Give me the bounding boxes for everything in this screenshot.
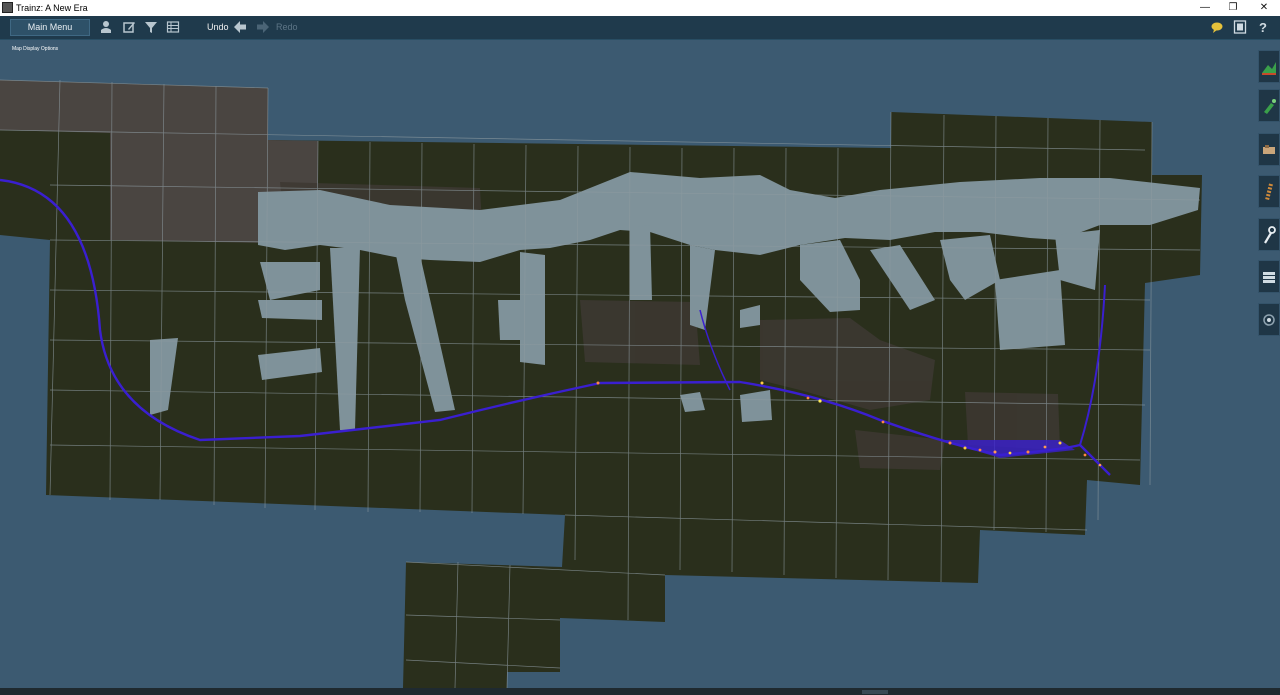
map-display-options[interactable]: Map Display Options [12,46,58,53]
minimize-button[interactable]: — [1190,0,1220,16]
close-button[interactable]: ✕ [1249,0,1279,16]
terrain-tool-button[interactable] [1258,50,1280,83]
status-indicator [862,690,888,694]
grid-icon[interactable] [166,20,180,34]
objects-tool-icon [1263,145,1275,154]
film-icon[interactable] [1233,20,1247,34]
settings-tool-button[interactable] [1258,303,1280,336]
person-icon[interactable] [99,20,113,34]
track-tool-icon [1265,183,1273,201]
status-bar [0,688,1280,695]
undo-arrow-icon[interactable] [233,20,247,34]
layers-tool-button[interactable] [1258,260,1280,293]
objects-tool-button[interactable] [1258,133,1280,166]
chat-icon[interactable] [1210,20,1224,34]
map-view[interactable] [0,40,1280,695]
paint-tool-button[interactable] [1258,89,1280,122]
app-icon [2,2,13,13]
title-bar: Trainz: A New Era — ❐ ✕ [0,0,1280,16]
wrench-tool-icon [1264,226,1276,244]
edit-icon[interactable] [122,20,136,34]
settings-tool-icon [1263,314,1275,326]
filter-icon[interactable] [144,20,158,34]
main-menu-button[interactable]: Main Menu [10,19,90,36]
undo-button[interactable]: Undo [207,20,229,35]
maximize-button[interactable]: ❐ [1218,0,1248,16]
redo-arrow-icon[interactable] [256,20,270,34]
wrench-tool-button[interactable] [1258,218,1280,251]
window-title: Trainz: A New Era [16,3,88,13]
paint-tool-icon [1264,99,1276,114]
redo-button[interactable]: Redo [276,20,298,35]
help-icon[interactable]: ? [1256,20,1270,34]
terrain-tool-icon [1262,62,1276,75]
layers-tool-icon [1263,272,1275,283]
toolbar: Main Menu Undo Redo ? [0,16,1280,40]
track-tool-button[interactable] [1258,175,1280,208]
svg-text:?: ? [1259,20,1267,34]
